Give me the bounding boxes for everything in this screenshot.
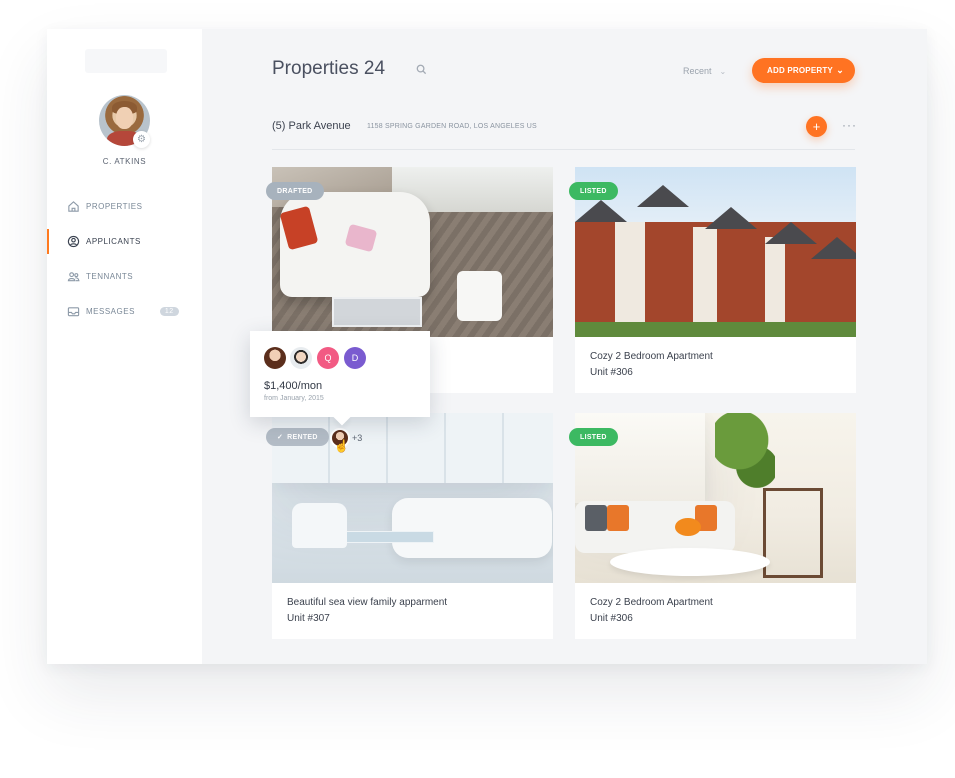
sidebar: ⚙ C. ATKINS PROPERTIES APPLICANTS TENNAN… bbox=[47, 29, 202, 664]
property-unit: Unit #307 bbox=[287, 613, 330, 624]
sidebar-item-label: APPLICANTS bbox=[86, 237, 141, 246]
status-badge-label: RENTED bbox=[287, 433, 318, 441]
chevron-down-icon: ⌄ bbox=[836, 65, 844, 75]
user-name: C. ATKINS bbox=[102, 157, 147, 166]
rent-price: $1,400/mon bbox=[264, 380, 323, 392]
property-title: Cozy 2 Bedroom Apartment bbox=[590, 351, 713, 362]
add-property-button[interactable]: ADD PROPERTY ⌄ bbox=[752, 58, 855, 83]
pointer-cursor-icon: ☝ bbox=[334, 439, 349, 453]
group-name: (5) Park Avenue bbox=[272, 120, 351, 132]
status-badge: LISTED bbox=[569, 428, 618, 446]
property-card[interactable]: LISTED Cozy 2 Bedroom Apartment Unit #30… bbox=[569, 167, 856, 393]
property-unit: Unit #306 bbox=[590, 613, 633, 624]
sort-label: Recent bbox=[683, 66, 712, 76]
page-title: Properties 24 bbox=[272, 58, 386, 79]
sidebar-nav: PROPERTIES APPLICANTS TENNANTS MESSAGES bbox=[47, 189, 202, 329]
inbox-icon bbox=[66, 305, 80, 319]
applicant-avatar[interactable]: Q bbox=[317, 347, 339, 369]
property-title: Cozy 2 Bedroom Apartment bbox=[590, 597, 713, 608]
property-card[interactable]: ✓ RENTED Beautiful sea view family appar… bbox=[266, 413, 553, 639]
messages-count-badge: 12 bbox=[159, 307, 179, 316]
property-card[interactable]: LISTED Cozy 2 Bedroom Apartment Unit #30… bbox=[569, 413, 856, 639]
sort-dropdown[interactable]: Recent ⌄ bbox=[683, 66, 726, 76]
app-window: ⚙ C. ATKINS PROPERTIES APPLICANTS TENNAN… bbox=[47, 29, 927, 664]
users-icon bbox=[66, 270, 80, 284]
search-icon[interactable] bbox=[416, 64, 427, 78]
gear-icon[interactable]: ⚙ bbox=[133, 131, 150, 148]
check-icon: ✓ bbox=[277, 434, 284, 441]
chevron-down-icon: ⌄ bbox=[719, 67, 727, 76]
status-badge: LISTED bbox=[569, 182, 618, 200]
property-title: Beautiful sea view family apparment bbox=[287, 597, 448, 608]
extra-tenants-count[interactable]: +3 bbox=[352, 433, 362, 443]
divider bbox=[272, 149, 855, 150]
sidebar-item-label: TENNANTS bbox=[86, 272, 134, 281]
sidebar-item-applicants[interactable]: APPLICANTS bbox=[47, 224, 202, 259]
sidebar-item-tennants[interactable]: TENNANTS bbox=[47, 259, 202, 294]
sidebar-item-label: MESSAGES bbox=[86, 307, 135, 316]
plus-icon: + bbox=[812, 119, 821, 134]
sidebar-item-label: PROPERTIES bbox=[86, 202, 143, 211]
sidebar-item-messages[interactable]: MESSAGES 12 bbox=[47, 294, 202, 329]
add-property-label: ADD PROPERTY bbox=[767, 66, 833, 75]
property-unit: Unit #306 bbox=[590, 367, 633, 378]
applicant-avatar[interactable]: D bbox=[344, 347, 366, 369]
applicant-avatar[interactable] bbox=[264, 347, 286, 369]
user-circle-icon bbox=[66, 235, 80, 249]
add-unit-button[interactable]: + bbox=[806, 116, 827, 137]
rent-since: from January, 2015 bbox=[264, 395, 324, 402]
sidebar-item-properties[interactable]: PROPERTIES bbox=[47, 189, 202, 224]
tenants-popover: Q D $1,400/mon from January, 2015 bbox=[250, 331, 430, 417]
more-options-icon[interactable]: ··· bbox=[842, 118, 857, 132]
status-badge: ✓ RENTED bbox=[266, 428, 329, 446]
logo-placeholder bbox=[85, 49, 167, 73]
home-icon bbox=[66, 200, 80, 214]
group-address: 1158 SPRING GARDEN ROAD, LOS ANGELES US bbox=[367, 123, 537, 130]
applicant-avatar[interactable] bbox=[290, 347, 312, 369]
status-badge: DRAFTED bbox=[266, 182, 324, 200]
